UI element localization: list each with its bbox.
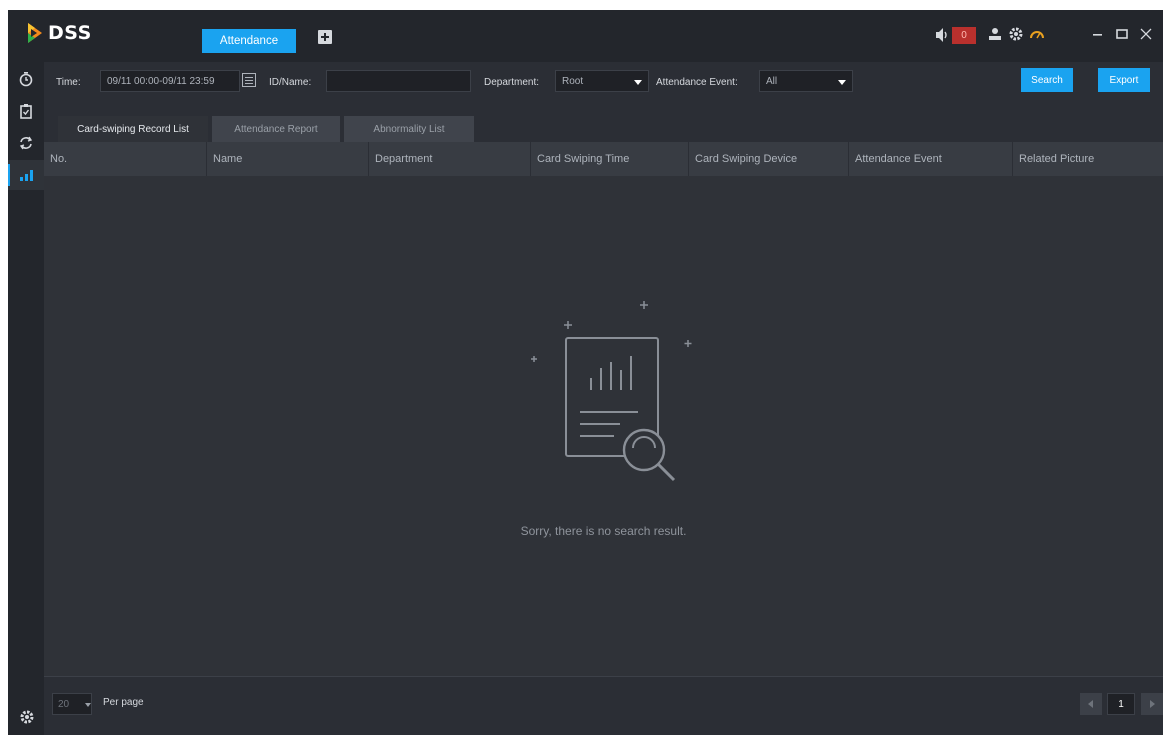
pagination-bar: 20 Per page 1	[44, 676, 1163, 735]
triangle-right-icon	[1150, 700, 1155, 708]
clipboard-check-icon	[20, 104, 32, 119]
sidebar-item-attendance-report[interactable]	[8, 160, 44, 190]
triangle-left-icon	[1088, 700, 1093, 708]
sidebar-item-sync[interactable]	[8, 128, 44, 158]
current-page-input[interactable]: 1	[1107, 693, 1135, 715]
tab-abnormality-list[interactable]: Abnormality List	[344, 116, 474, 142]
idname-input[interactable]	[326, 70, 471, 92]
time-range-input[interactable]: 09/11 00:00-09/11 23:59	[100, 70, 240, 92]
column-header-related-picture[interactable]: Related Picture	[1012, 142, 1163, 176]
time-label: Time:	[56, 77, 81, 88]
gear-icon[interactable]	[1008, 26, 1024, 42]
attendance-event-value: All	[766, 75, 778, 87]
export-button[interactable]: Export	[1098, 68, 1150, 92]
search-button[interactable]: Search	[1021, 68, 1073, 92]
tab-attendance[interactable]: Attendance	[202, 29, 296, 53]
tab-card-swiping-record-list[interactable]: Card-swiping Record List	[58, 116, 208, 142]
attendance-event-select[interactable]: All	[759, 70, 853, 92]
empty-result-message: Sorry, there is no search result.	[520, 524, 687, 538]
clock-icon	[19, 72, 33, 87]
column-header-attendance-event[interactable]: Attendance Event	[848, 142, 1012, 176]
maximize-icon[interactable]	[1114, 26, 1130, 42]
column-header-card-swiping-device[interactable]: Card Swiping Device	[688, 142, 848, 176]
sidebar-item-clock[interactable]	[8, 64, 44, 94]
idname-label: ID/Name:	[269, 77, 312, 88]
next-page-button[interactable]	[1141, 693, 1163, 715]
department-select[interactable]: Root	[555, 70, 649, 92]
tab-attendance-report[interactable]: Attendance Report	[212, 116, 340, 142]
add-tab-icon[interactable]	[318, 30, 332, 44]
column-header-department[interactable]: Department	[368, 142, 530, 176]
per-page-value: 20	[58, 698, 70, 710]
prev-page-button[interactable]	[1080, 693, 1102, 715]
per-page-select[interactable]: 20	[52, 693, 92, 715]
sync-icon	[19, 136, 33, 150]
left-sidebar	[8, 62, 44, 735]
alarm-count-badge[interactable]: 0	[952, 27, 976, 44]
column-header-name[interactable]: Name	[206, 142, 368, 176]
app-window: DSS Attendance 0 Time: 09/11 00:00-09/11…	[8, 10, 1163, 735]
table-header: No. Name Department Card Swiping Time Ca…	[44, 142, 1163, 176]
chevron-down-icon	[838, 80, 846, 85]
column-header-card-swiping-time[interactable]: Card Swiping Time	[530, 142, 688, 176]
logo-text: DSS	[48, 22, 92, 44]
department-label: Department:	[484, 77, 540, 88]
column-header-no[interactable]: No.	[44, 142, 206, 176]
logo-mark-icon	[28, 23, 42, 43]
attendance-event-label: Attendance Event:	[656, 77, 738, 88]
dss-logo: DSS	[26, 18, 92, 48]
sidebar-item-clipboard[interactable]	[8, 96, 44, 126]
close-icon[interactable]	[1138, 26, 1154, 42]
minimize-icon[interactable]	[1090, 26, 1106, 42]
report-tabs: Card-swiping Record List Attendance Repo…	[44, 102, 1163, 142]
calendar-icon[interactable]	[242, 73, 256, 87]
chevron-down-icon	[85, 703, 91, 707]
speaker-icon[interactable]	[935, 26, 949, 44]
department-value: Root	[562, 75, 584, 87]
system-settings-gear-icon[interactable]	[19, 709, 35, 725]
per-page-label: Per page	[103, 697, 144, 708]
no-result-illustration-icon	[531, 301, 692, 482]
chevron-down-icon	[634, 80, 642, 85]
user-icon[interactable]	[987, 26, 1003, 42]
filter-bar: Time: 09/11 00:00-09/11 23:59 ID/Name: D…	[44, 62, 1163, 102]
performance-gauge-icon[interactable]	[1029, 26, 1045, 42]
bar-chart-icon	[20, 170, 33, 181]
record-table: No. Name Department Card Swiping Time Ca…	[44, 142, 1163, 676]
title-bar: DSS Attendance 0	[8, 10, 1163, 62]
